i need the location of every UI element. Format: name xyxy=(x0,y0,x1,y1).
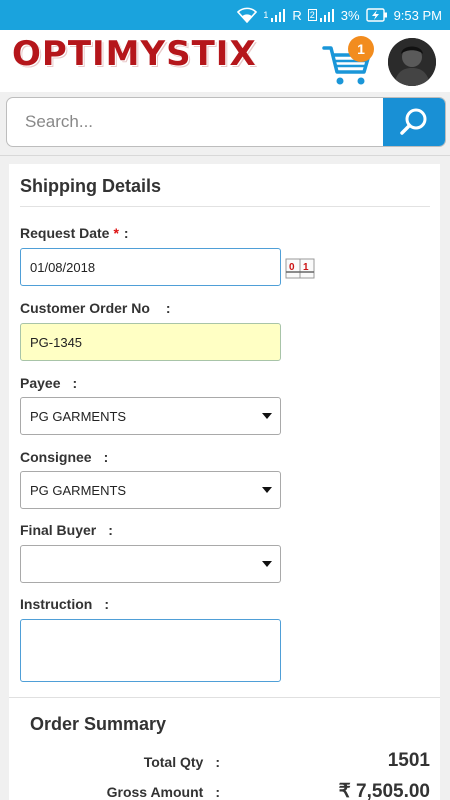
label-colon: : xyxy=(215,754,220,770)
user-avatar[interactable] xyxy=(388,38,436,86)
svg-text:0: 0 xyxy=(289,262,295,273)
label-colon: : xyxy=(103,449,109,465)
request-date-label: Request Date *: xyxy=(20,225,129,241)
sim2-label: 2 xyxy=(307,9,317,21)
gross-amount-label-text: Gross Amount xyxy=(106,784,204,800)
total-qty-label: Total Qty: xyxy=(144,754,220,770)
final-buyer-select[interactable] xyxy=(20,545,281,583)
consignee-label-text: Consignee xyxy=(20,449,92,465)
svg-text:1: 1 xyxy=(303,262,309,273)
search-icon xyxy=(400,108,427,135)
final-buyer-label-text: Final Buyer xyxy=(20,522,97,538)
status-bar: 1 R 2 3% 9:53 PM xyxy=(0,0,450,30)
consignee-selected-value: PG GARMENTS xyxy=(30,482,127,498)
order-summary-card: Order Summary Total Qty: 1501 Gross Amou… xyxy=(9,697,440,800)
request-date-label-text: Request Date xyxy=(20,225,110,241)
battery-percent: 3% xyxy=(340,7,360,23)
gross-amount-label: Gross Amount: xyxy=(107,784,220,800)
search-input[interactable] xyxy=(7,98,385,146)
section-title: Order Summary xyxy=(30,714,167,734)
clock: 9:53 PM xyxy=(393,7,442,23)
label-colon: : xyxy=(123,225,129,241)
customer-order-label-text: Customer Order No xyxy=(20,300,150,316)
divider xyxy=(0,155,450,156)
total-qty-value: 1501 xyxy=(387,750,430,771)
caret-down-icon xyxy=(262,413,272,419)
final-buyer-label: Final Buyer: xyxy=(20,522,113,538)
sim1-signal: 1 xyxy=(263,8,286,22)
search-bar xyxy=(6,97,446,147)
divider xyxy=(20,206,430,207)
caret-down-icon xyxy=(262,561,272,567)
payee-label-text: Payee xyxy=(20,375,61,391)
shipping-details-card: Shipping Details Request Date*: 0 1 Cust… xyxy=(9,164,440,700)
section-title: Shipping Details xyxy=(20,176,162,196)
required-marker: * xyxy=(113,225,119,241)
gross-amount-value: ₹ 7,505.00 xyxy=(338,781,430,800)
label-colon: : xyxy=(104,596,110,612)
customer-order-label: Customer Order No: xyxy=(20,300,171,316)
label-colon: : xyxy=(108,522,113,538)
consignee-select[interactable]: PG GARMENTS xyxy=(20,471,281,509)
battery-charging-icon xyxy=(365,8,388,22)
sim1-label: 1 xyxy=(263,10,269,20)
instruction-label-text: Instruction xyxy=(20,596,93,612)
label-colon: : xyxy=(215,784,220,800)
signal-icon xyxy=(271,9,286,22)
instruction-textarea[interactable] xyxy=(20,619,281,682)
customer-order-input[interactable] xyxy=(20,323,281,361)
payee-selected-value: PG GARMENTS xyxy=(30,408,127,424)
search-button[interactable] xyxy=(383,98,445,146)
cart-count-badge: 1 xyxy=(348,36,374,62)
payee-select[interactable]: PG GARMENTS xyxy=(20,397,281,435)
signal-icon xyxy=(319,9,334,22)
calendar-picker-icon[interactable]: 0 1 xyxy=(285,256,315,280)
roaming-indicator: R xyxy=(292,7,302,23)
request-date-input[interactable] xyxy=(20,248,281,286)
label-colon: : xyxy=(72,375,78,391)
caret-down-icon xyxy=(262,487,272,493)
label-colon: : xyxy=(165,300,171,316)
payee-label: Payee: xyxy=(20,375,77,391)
instruction-label: Instruction: xyxy=(20,596,109,612)
consignee-label: Consignee: xyxy=(20,449,108,465)
total-qty-label-text: Total Qty xyxy=(143,754,204,770)
wifi-icon xyxy=(237,7,258,23)
brand-logo[interactable]: OPTIMYSTIX xyxy=(12,34,257,74)
app-header: OPTIMYSTIX 1 xyxy=(0,30,450,92)
sim2-signal: 2 xyxy=(307,8,335,22)
